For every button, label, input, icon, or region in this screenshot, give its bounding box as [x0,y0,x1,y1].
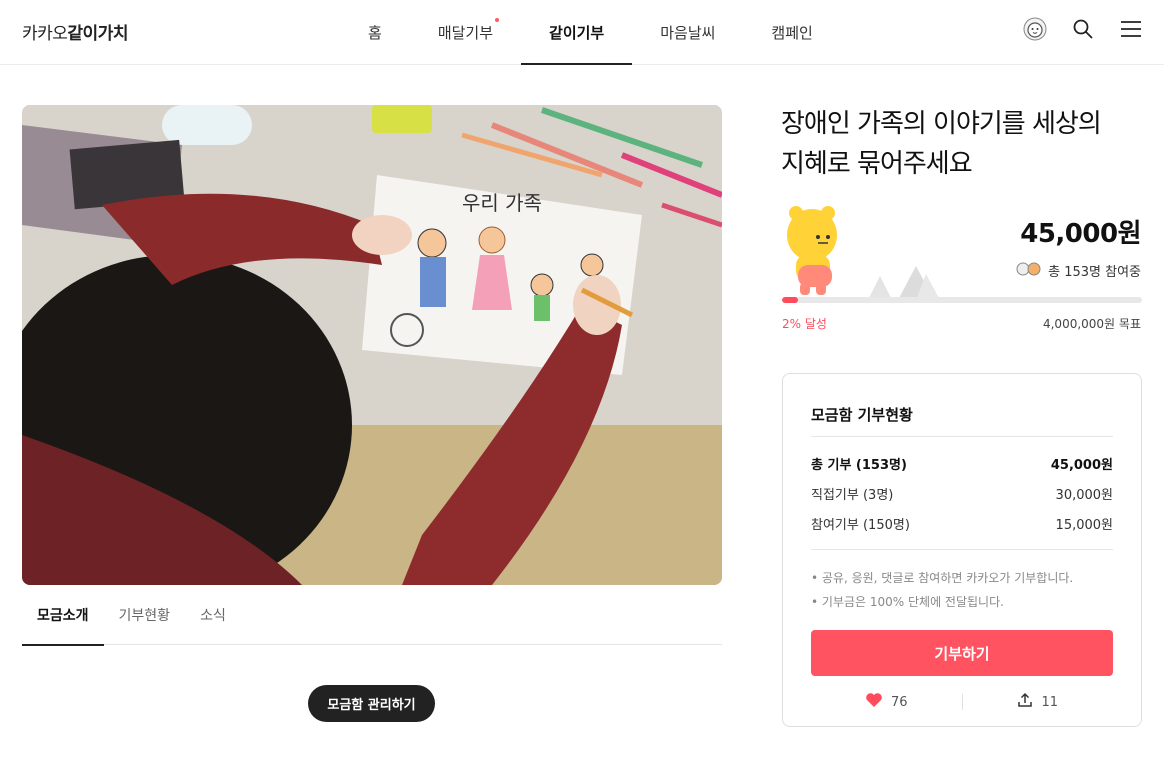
profile-avatar-icon[interactable] [1022,16,1048,42]
manage-fundraiser-button[interactable]: 모금함 관리하기 [308,685,435,722]
donation-status-card: 모금함 기부현황 총 기부 (153명) 45,000원 직접기부 (3명) 3… [782,373,1142,727]
note-full-delivery: • 기부금은 100% 단체에 전달됩니다. [811,595,1004,609]
hero-image: 우리 가족 [22,105,722,585]
heart-icon [865,692,883,712]
row-direct: 직접기부 (3명) 30,000원 [811,484,1113,503]
divider [811,436,1113,437]
row-total-value: 45,000원 [1050,458,1113,473]
nav-together[interactable]: 같이기부 [521,0,633,65]
nav-monthly-label: 매달기부 [437,23,494,42]
search-icon[interactable] [1070,16,1096,42]
row-participation-label: 참여기부 (150명) [811,518,910,533]
card-title: 모금함 기부현황 [811,406,913,424]
nav-home-label: 홈 [368,23,382,42]
new-dot [495,18,500,22]
title-line-1: 장애인 가족의 이야기를 세상의 [781,109,1102,139]
divider [811,549,1113,550]
row-direct-value: 30,000원 [1055,488,1113,503]
share-button[interactable]: 11 [963,692,1114,712]
tab-status[interactable]: 기부현황 [104,585,186,645]
goal-amount: 4,000,000원 목표 [1042,317,1141,331]
raised-amount: 45,000원 [1020,219,1141,249]
row-total-label: 총 기부 (153명) [811,458,907,473]
participants: 총 153명 참여중 [1016,261,1141,280]
main-nav: 홈 매달기부 같이기부 마음날씨 캠페인 [340,0,841,65]
row-participation: 참여기부 (150명) 15,000원 [811,514,1113,533]
progress-bar [782,297,1142,303]
participants-text: 총 153명 참여중 [1048,265,1141,280]
logo-kakao: 카카오 [22,24,68,44]
nav-monthly[interactable]: 매달기부 [410,0,521,64]
mountains-icon [858,262,948,302]
tab-intro[interactable]: 모금소개 [22,585,104,646]
tab-status-label: 기부현황 [118,608,171,624]
menu-icon[interactable] [1118,16,1144,42]
header-icons [1022,16,1144,42]
donate-button[interactable]: 기부하기 [811,630,1113,676]
row-total: 총 기부 (153명) 45,000원 [811,454,1113,473]
note-share: • 공유, 응원, 댓글로 참여하면 카카오가 기부합니다. [811,571,1074,585]
logo[interactable]: 카카오같이가치 [22,19,128,44]
tab-news[interactable]: 소식 [185,585,241,645]
nav-home[interactable]: 홈 [340,0,410,64]
share-icon [1017,692,1033,712]
row-participation-value: 15,000원 [1055,518,1113,533]
row-direct-label: 직접기부 (3명) [811,488,894,503]
title-line-2: 지혜로 묶어주세요 [781,149,973,179]
top-header: 카카오같이가치 홈 매달기부 같이기부 마음날씨 캠페인 [0,0,1164,65]
content-tabs: 모금소개 기부현황 소식 [22,585,722,646]
progress-fill [782,297,799,303]
logo-gachi: 같이가치 [67,24,128,44]
nav-campaign[interactable]: 캠페인 [743,0,840,64]
nav-together-label: 같이기부 [549,23,605,42]
card-actions: 76 11 [811,686,1113,718]
participant-avatars-icon [1016,262,1042,280]
tab-news-label: 소식 [200,608,226,624]
nav-weather-label: 마음날씨 [660,23,716,42]
percent-achieved: 2% 달성 [782,317,827,331]
campaign-title: 장애인 가족의 이야기를 세상의 지혜로 묶어주세요 [781,104,1151,184]
like-count: 76 [890,694,908,710]
nav-campaign-label: 캠페인 [771,23,813,42]
like-button[interactable]: 76 [811,692,962,712]
tab-intro-label: 모금소개 [37,608,89,624]
share-count: 11 [1041,694,1059,710]
nav-weather[interactable]: 마음날씨 [632,0,743,64]
drawing-caption: 우리 가족 [462,191,542,215]
mascot-character-icon [782,205,846,299]
